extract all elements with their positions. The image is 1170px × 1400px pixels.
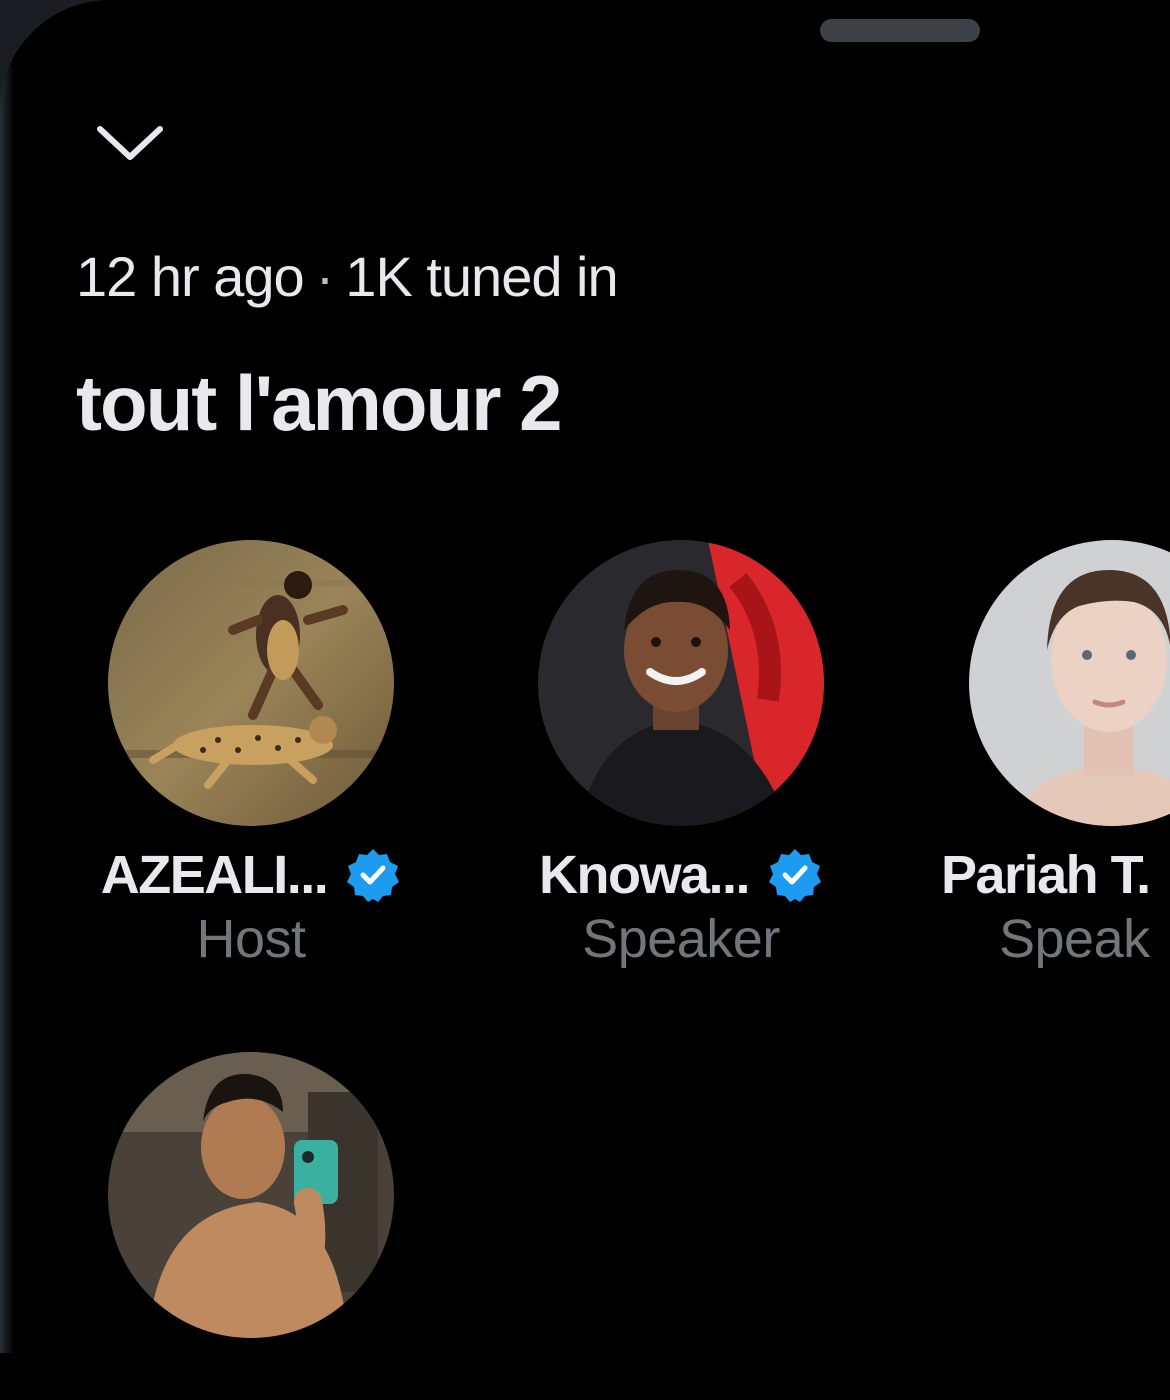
collapse-button[interactable] <box>90 115 170 170</box>
participant-speaker[interactable]: Pariah T. Speak <box>941 540 1170 970</box>
participant-role: Host <box>196 909 306 969</box>
spaces-sheet: 12 hr ago · 1K tuned in tout l'amour 2 A… <box>0 0 1170 1400</box>
verified-badge-icon <box>769 849 821 902</box>
chevron-down-icon <box>97 125 163 160</box>
participant-speaker[interactable]: Knowa... Speaker <box>531 540 831 970</box>
space-time: 12 hr ago <box>76 245 305 308</box>
participant-name: AZEALI... <box>100 845 329 905</box>
avatar <box>108 540 394 826</box>
participant-name-row: Pariah T. <box>941 844 1170 906</box>
space-listeners: 1K tuned in <box>345 245 618 308</box>
meta-separator: · <box>315 245 335 308</box>
space-title: tout l'amour 2 <box>76 359 563 447</box>
space-meta: 12 hr ago · 1K tuned in <box>76 244 619 309</box>
participant-name: Pariah T. <box>941 845 1151 905</box>
drag-handle[interactable] <box>820 19 980 42</box>
participant-role: Speaker <box>582 909 780 969</box>
verified-badge-icon <box>347 849 400 902</box>
participant-listener[interactable] <box>101 1052 401 1338</box>
avatar <box>969 540 1170 826</box>
participant-name-row: AZEALI... <box>101 844 401 906</box>
participant-name: Knowa... <box>538 845 751 905</box>
sheet-edge <box>0 0 14 1353</box>
participant-host[interactable]: AZEALI... Host <box>101 540 401 970</box>
participant-role: Speak <box>999 909 1150 969</box>
avatar <box>538 540 824 826</box>
participant-name-row: Knowa... <box>531 844 831 906</box>
avatar <box>108 1052 394 1338</box>
